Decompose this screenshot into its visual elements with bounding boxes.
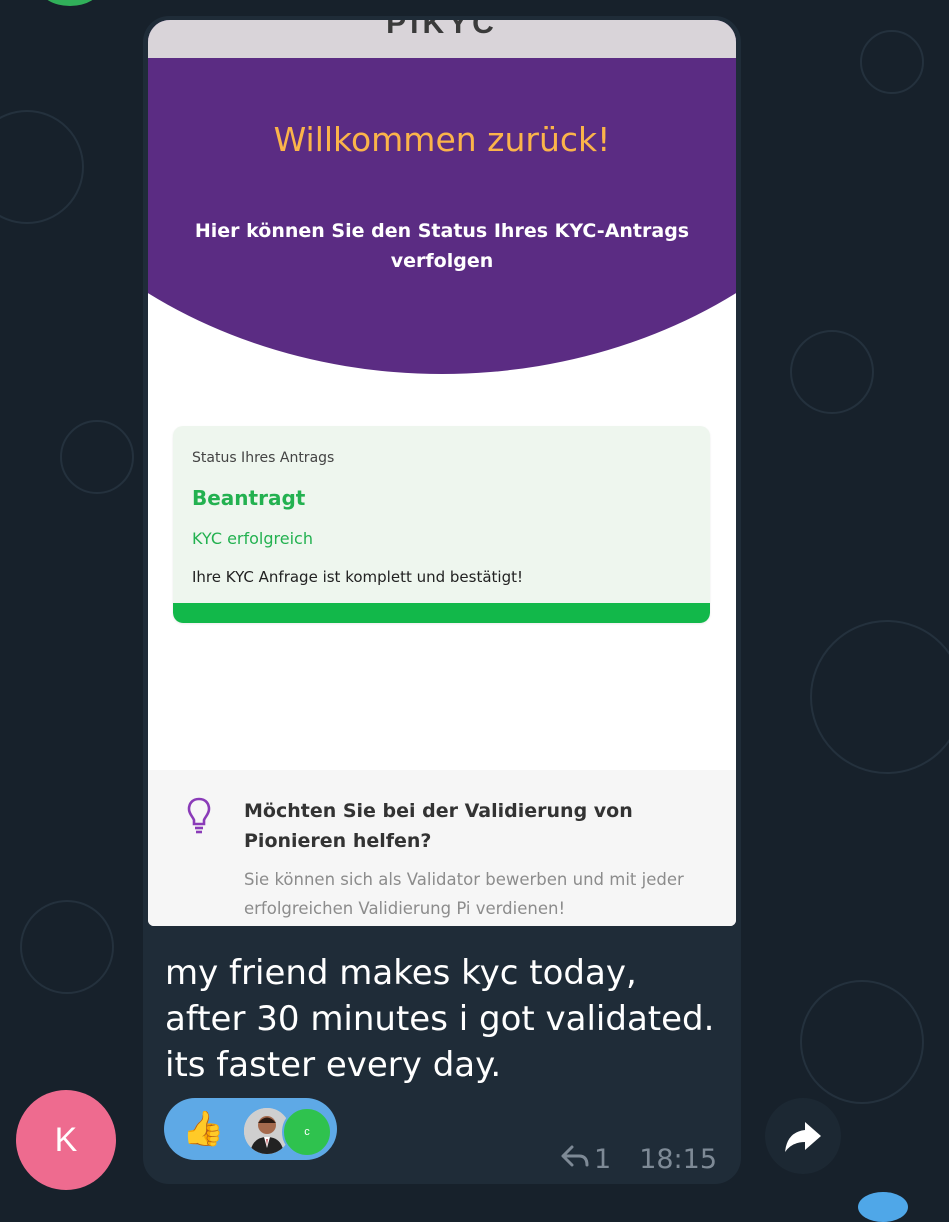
background-doodle — [790, 330, 874, 414]
message-meta: 1 18:15 — [560, 1144, 717, 1177]
forward-button[interactable] — [765, 1098, 841, 1174]
welcome-title: Willkommen zurück! — [273, 120, 611, 159]
lightbulb-icon — [187, 797, 211, 834]
message-bubble[interactable]: PIKYC Willkommen zurück! Hier können Sie… — [143, 16, 741, 1184]
previous-avatar — [40, 0, 100, 6]
welcome-subtitle: Hier können Sie den Status Ihres KYC-Ant… — [194, 220, 690, 272]
kyc-result: KYC erfolgreich — [192, 529, 313, 548]
reactor-avatar-initial: c — [282, 1107, 332, 1157]
thumbs-up-icon: 👍 — [182, 1110, 225, 1148]
cropped-title: PIKYC — [386, 20, 498, 40]
next-avatar — [858, 1192, 908, 1222]
attached-screenshot[interactable]: PIKYC Willkommen zurück! Hier können Sie… — [148, 20, 736, 926]
screenshot-topbar: PIKYC — [148, 20, 736, 58]
background-doodle — [0, 110, 84, 224]
validator-description: Sie können sich als Validator bewerben u… — [244, 870, 684, 918]
status-description: Ihre KYC Anfrage ist komplett und bestät… — [192, 568, 524, 586]
background-doodle — [20, 900, 114, 994]
validator-promo[interactable]: Möchten Sie bei der Validierung von Pion… — [148, 770, 736, 926]
reply-count[interactable]: 1 — [594, 1144, 611, 1175]
status-value: Beantragt — [192, 486, 306, 510]
background-doodle — [60, 420, 134, 494]
background-doodle — [800, 980, 924, 1104]
forward-icon — [785, 1122, 821, 1152]
reaction-pill[interactable]: 👍 c — [164, 1098, 337, 1160]
message-text: my friend makes kyc today, after 30 minu… — [165, 953, 715, 1085]
hero-banner — [148, 20, 736, 374]
status-label: Status Ihres Antrags — [192, 450, 335, 466]
kyc-status-card: Status Ihres Antrags Beantragt KYC erfol… — [173, 426, 710, 623]
background-doodle — [860, 30, 924, 94]
sender-avatar[interactable]: K — [16, 1090, 116, 1190]
validator-title: Möchten Sie bei der Validierung von Pion… — [244, 800, 633, 852]
reply-icon[interactable] — [560, 1144, 590, 1177]
status-progress-bar — [173, 603, 710, 623]
background-doodle — [810, 620, 949, 774]
message-time: 18:15 — [639, 1144, 717, 1175]
